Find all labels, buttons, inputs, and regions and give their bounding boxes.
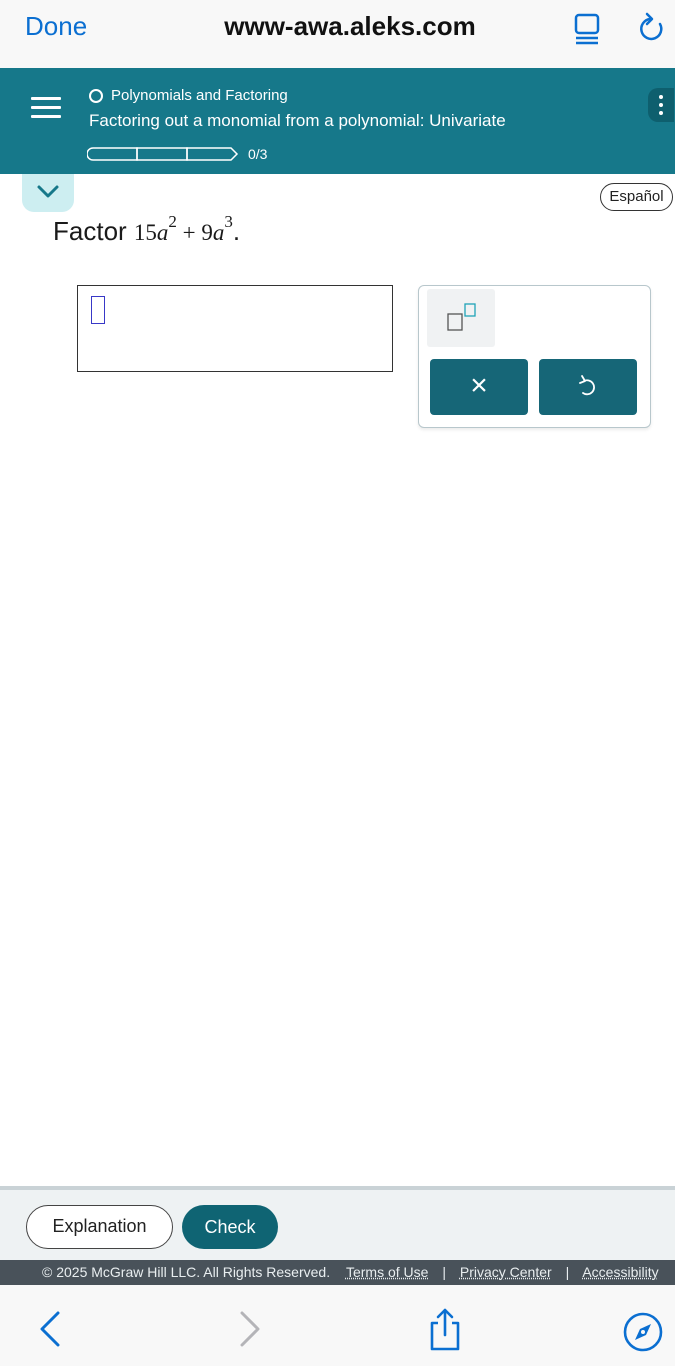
progress-bar <box>87 147 239 161</box>
exponent-button[interactable] <box>427 289 495 347</box>
answer-input[interactable] <box>77 285 393 372</box>
more-options-icon[interactable] <box>648 88 674 122</box>
link-separator: | <box>442 1264 446 1280</box>
accessibility-link[interactable]: Accessibility <box>582 1264 658 1280</box>
browser-top-bar: Done www-awa.aleks.com <box>0 0 675 68</box>
terms-of-use-link[interactable]: Terms of Use <box>346 1264 428 1280</box>
copyright-bar: © 2025 McGraw Hill LLC. All Rights Reser… <box>0 1260 675 1285</box>
compass-icon[interactable] <box>622 1311 664 1353</box>
copyright-text: © 2025 McGraw Hill LLC. All Rights Reser… <box>42 1264 331 1280</box>
polynomial-expression: 15a2 + 9a3 <box>133 212 233 245</box>
exponent-icon <box>447 303 476 331</box>
browser-bottom-bar <box>0 1285 675 1366</box>
hamburger-menu-icon[interactable] <box>31 97 61 119</box>
privacy-center-link[interactable]: Privacy Center <box>460 1264 552 1280</box>
clear-button[interactable]: × <box>430 359 528 415</box>
forward-icon[interactable] <box>238 1311 262 1347</box>
topic-status-circle-icon <box>89 88 103 103</box>
undo-icon <box>579 375 595 396</box>
explanation-button[interactable]: Explanation <box>26 1205 173 1249</box>
reader-icon[interactable] <box>574 13 600 45</box>
link-separator: | <box>565 1264 570 1280</box>
share-icon[interactable] <box>426 1307 464 1351</box>
lesson-header: Polynomials and Factoring Factoring out … <box>0 68 675 174</box>
chevron-down-icon <box>37 185 59 198</box>
collapse-header-button[interactable] <box>22 174 74 212</box>
subtopic-title: Factoring out a monomial from a polynomi… <box>89 111 506 130</box>
espanol-button[interactable]: Español <box>600 183 673 211</box>
action-footer: Explanation Check <box>0 1190 675 1260</box>
math-keypad: × <box>418 285 651 428</box>
topic-label: Polynomials and Factoring <box>111 87 288 104</box>
reload-icon[interactable] <box>638 12 666 44</box>
input-cursor-box <box>91 296 105 324</box>
question-text: Factor 15a2 + 9a3. <box>53 212 241 246</box>
undo-button[interactable] <box>539 359 637 415</box>
check-button[interactable]: Check <box>182 1205 278 1249</box>
progress-text: 0/3 <box>248 146 268 162</box>
topic-title: Polynomials and Factoring <box>89 87 288 104</box>
back-icon[interactable] <box>38 1311 62 1347</box>
question-prefix: Factor <box>53 216 127 246</box>
